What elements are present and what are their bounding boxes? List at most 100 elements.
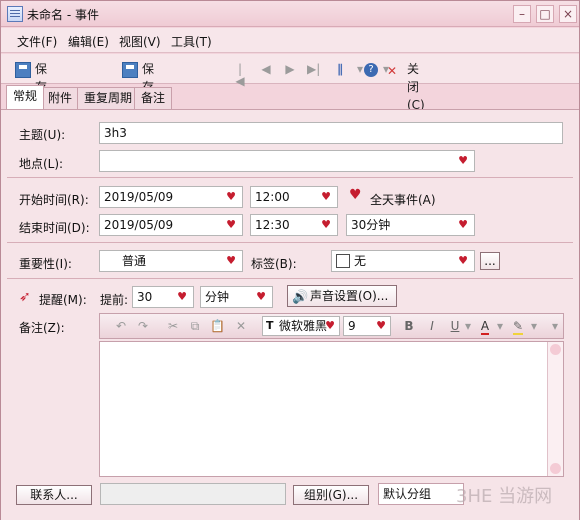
toolbar-expand-icon[interactable]: ▾ — [548, 318, 562, 334]
highlight-icon[interactable]: ✎ — [510, 318, 526, 335]
tag-color-box — [336, 254, 350, 268]
location-label: 地点(L): — [19, 157, 64, 171]
close-icon: ✕ — [387, 63, 398, 78]
group-button[interactable]: 组别(G)... — [293, 485, 369, 505]
minimize-button[interactable]: – — [513, 5, 531, 23]
contacts-button[interactable]: 联系人... — [16, 485, 92, 505]
menu-edit[interactable]: 编辑(E) — [68, 33, 109, 50]
title-bar: 未命名 - 事件 – □ × — [1, 1, 579, 27]
dropdown-heart-icon: ♥ — [458, 254, 468, 267]
location-input[interactable]: ♥ — [99, 150, 475, 172]
divider — [7, 278, 573, 279]
end-time-label: 结束时间(D): — [19, 221, 90, 235]
tag-label: 标签(B): — [251, 257, 297, 271]
last-record-icon[interactable]: ▶| — [307, 63, 320, 75]
all-day-label[interactable]: 全天事件(A) — [370, 191, 436, 208]
save-add-button[interactable]: 保存并增加(N) — [122, 60, 160, 166]
save-close-button[interactable]: 保存并关闭(S) — [15, 60, 52, 166]
menu-view[interactable]: 视图(V) — [119, 33, 161, 50]
subject-label: 主题(U): — [19, 128, 66, 142]
start-date-input[interactable]: 2019/05/09 ♥ — [99, 186, 243, 208]
next-record-icon[interactable]: ▶ — [284, 63, 296, 75]
prev-record-icon[interactable]: ◀ — [260, 63, 272, 75]
toolbar: 保存并关闭(S) 保存并增加(N) |◀ ◀ ▶ ▶| ∥ ▾ ? ▾ ✕关闭(… — [1, 54, 579, 166]
first-record-icon[interactable]: |◀ — [234, 63, 246, 87]
group-field[interactable]: 默认分组 — [378, 483, 464, 505]
undo-icon[interactable]: ↶ — [114, 318, 128, 334]
menu-file[interactable]: 文件(F) — [17, 33, 57, 50]
menu-bar: 文件(F) 编辑(E) 视图(V) 工具(T) — [1, 28, 579, 53]
close-button[interactable]: ✕ 关闭(C) — [387, 60, 425, 112]
menu-tools[interactable]: 工具(T) — [171, 33, 212, 50]
copy-icon[interactable]: ⧉ — [188, 318, 202, 334]
lead-unit-select[interactable]: 分钟 ♥ — [200, 286, 273, 308]
lead-label: 提前: — [100, 293, 129, 307]
bold-icon[interactable]: B — [402, 318, 416, 334]
tab-notes[interactable]: 备注 — [134, 87, 173, 109]
end-time-input[interactable]: 12:30 ♥ — [250, 214, 338, 236]
tag-more-button[interactable]: ... — [480, 252, 500, 270]
cut-icon[interactable]: ✂ — [166, 318, 180, 334]
start-time-input[interactable]: 12:00 ♥ — [250, 186, 338, 208]
importance-select[interactable]: 普通 ♥ — [99, 250, 243, 272]
dropdown-heart-icon: ♥ — [226, 254, 236, 267]
all-day-heart-icon[interactable]: ♥ — [349, 187, 362, 203]
scroll-up-icon[interactable] — [550, 344, 561, 355]
duration-select[interactable]: 30分钟 ♥ — [346, 214, 475, 236]
tab-attachments[interactable]: 附件 — [41, 87, 80, 109]
notes-editor-toolbar: ↶ ↷ ✂ ⧉ 📋 ✕ T 微软雅黑 ♥ 9 ♥ B I U ▾ A ▾ ✎ ▾… — [99, 313, 564, 339]
lead-value-select[interactable]: 30 ♥ — [132, 286, 194, 308]
help-icon[interactable]: ? — [364, 63, 378, 77]
dropdown-heart-icon: ♥ — [458, 154, 468, 167]
dropdown-heart-icon: ♥ — [325, 319, 335, 332]
paste-icon[interactable]: 📋 — [210, 318, 225, 334]
dropdown-heart-icon: ♥ — [321, 190, 331, 203]
redo-icon[interactable]: ↷ — [136, 318, 150, 334]
scroll-down-icon[interactable] — [550, 463, 561, 474]
maximize-button[interactable]: □ — [536, 5, 554, 23]
dropdown-heart-icon: ♥ — [256, 290, 266, 303]
reminder-label[interactable]: 提醒(M): — [39, 291, 87, 308]
speaker-icon: 🔊 — [292, 290, 309, 305]
save-add-icon — [122, 61, 138, 78]
end-date-input[interactable]: 2019/05/09 ♥ — [99, 214, 243, 236]
paperclip-icon[interactable]: ∥ — [334, 63, 346, 75]
delete-icon[interactable]: ✕ — [234, 318, 248, 334]
dropdown-heart-icon: ♥ — [226, 218, 236, 231]
notes-scrollbar[interactable] — [547, 342, 563, 476]
divider — [7, 177, 573, 178]
font-icon: T — [266, 319, 274, 332]
importance-label: 重要性(I): — [19, 257, 72, 271]
dropdown-heart-icon: ♥ — [226, 190, 236, 203]
tab-bar: 常规 附件 重复周期 备注 — [1, 85, 579, 109]
font-color-dropdown-icon[interactable]: ▾ — [496, 318, 504, 334]
underline-icon[interactable]: U — [448, 318, 462, 334]
dropdown-heart-icon: ♥ — [376, 319, 386, 332]
event-window: 未命名 - 事件 – □ × 文件(F) 编辑(E) 视图(V) 工具(T) 保… — [0, 0, 580, 520]
calendar-icon — [7, 6, 23, 22]
font-color-icon[interactable]: A — [477, 318, 493, 335]
font-size-select[interactable]: 9 ♥ — [343, 316, 391, 336]
dropdown-heart-icon: ♥ — [321, 218, 331, 231]
reminder-icon: ➶ — [19, 289, 31, 305]
window-title: 未命名 - 事件 — [27, 8, 99, 22]
start-time-label: 开始时间(R): — [19, 193, 89, 207]
close-window-button[interactable]: × — [559, 5, 577, 23]
italic-icon[interactable]: I — [425, 318, 439, 334]
notes-editor[interactable] — [99, 341, 564, 477]
tab-general[interactable]: 常规 — [6, 85, 45, 109]
dropdown-heart-icon: ♥ — [177, 290, 187, 303]
highlight-dropdown-icon[interactable]: ▾ — [530, 318, 538, 334]
dropdown-heart-icon: ♥ — [458, 218, 468, 231]
contacts-field[interactable] — [100, 483, 286, 505]
watermark: 3HE 当游网 — [456, 486, 553, 507]
notes-label: 备注(Z): — [19, 321, 65, 335]
save-icon — [15, 61, 31, 78]
tag-select[interactable]: 无 ♥ — [331, 250, 475, 272]
underline-dropdown-icon[interactable]: ▾ — [464, 318, 472, 334]
subject-input[interactable]: 3h3 — [99, 122, 563, 144]
font-family-select[interactable]: T 微软雅黑 ♥ — [262, 316, 340, 336]
divider — [7, 242, 573, 243]
sound-settings-button[interactable]: 🔊 声音设置(O)... — [287, 285, 397, 307]
tab-recurrence[interactable]: 重复周期 — [77, 87, 140, 109]
